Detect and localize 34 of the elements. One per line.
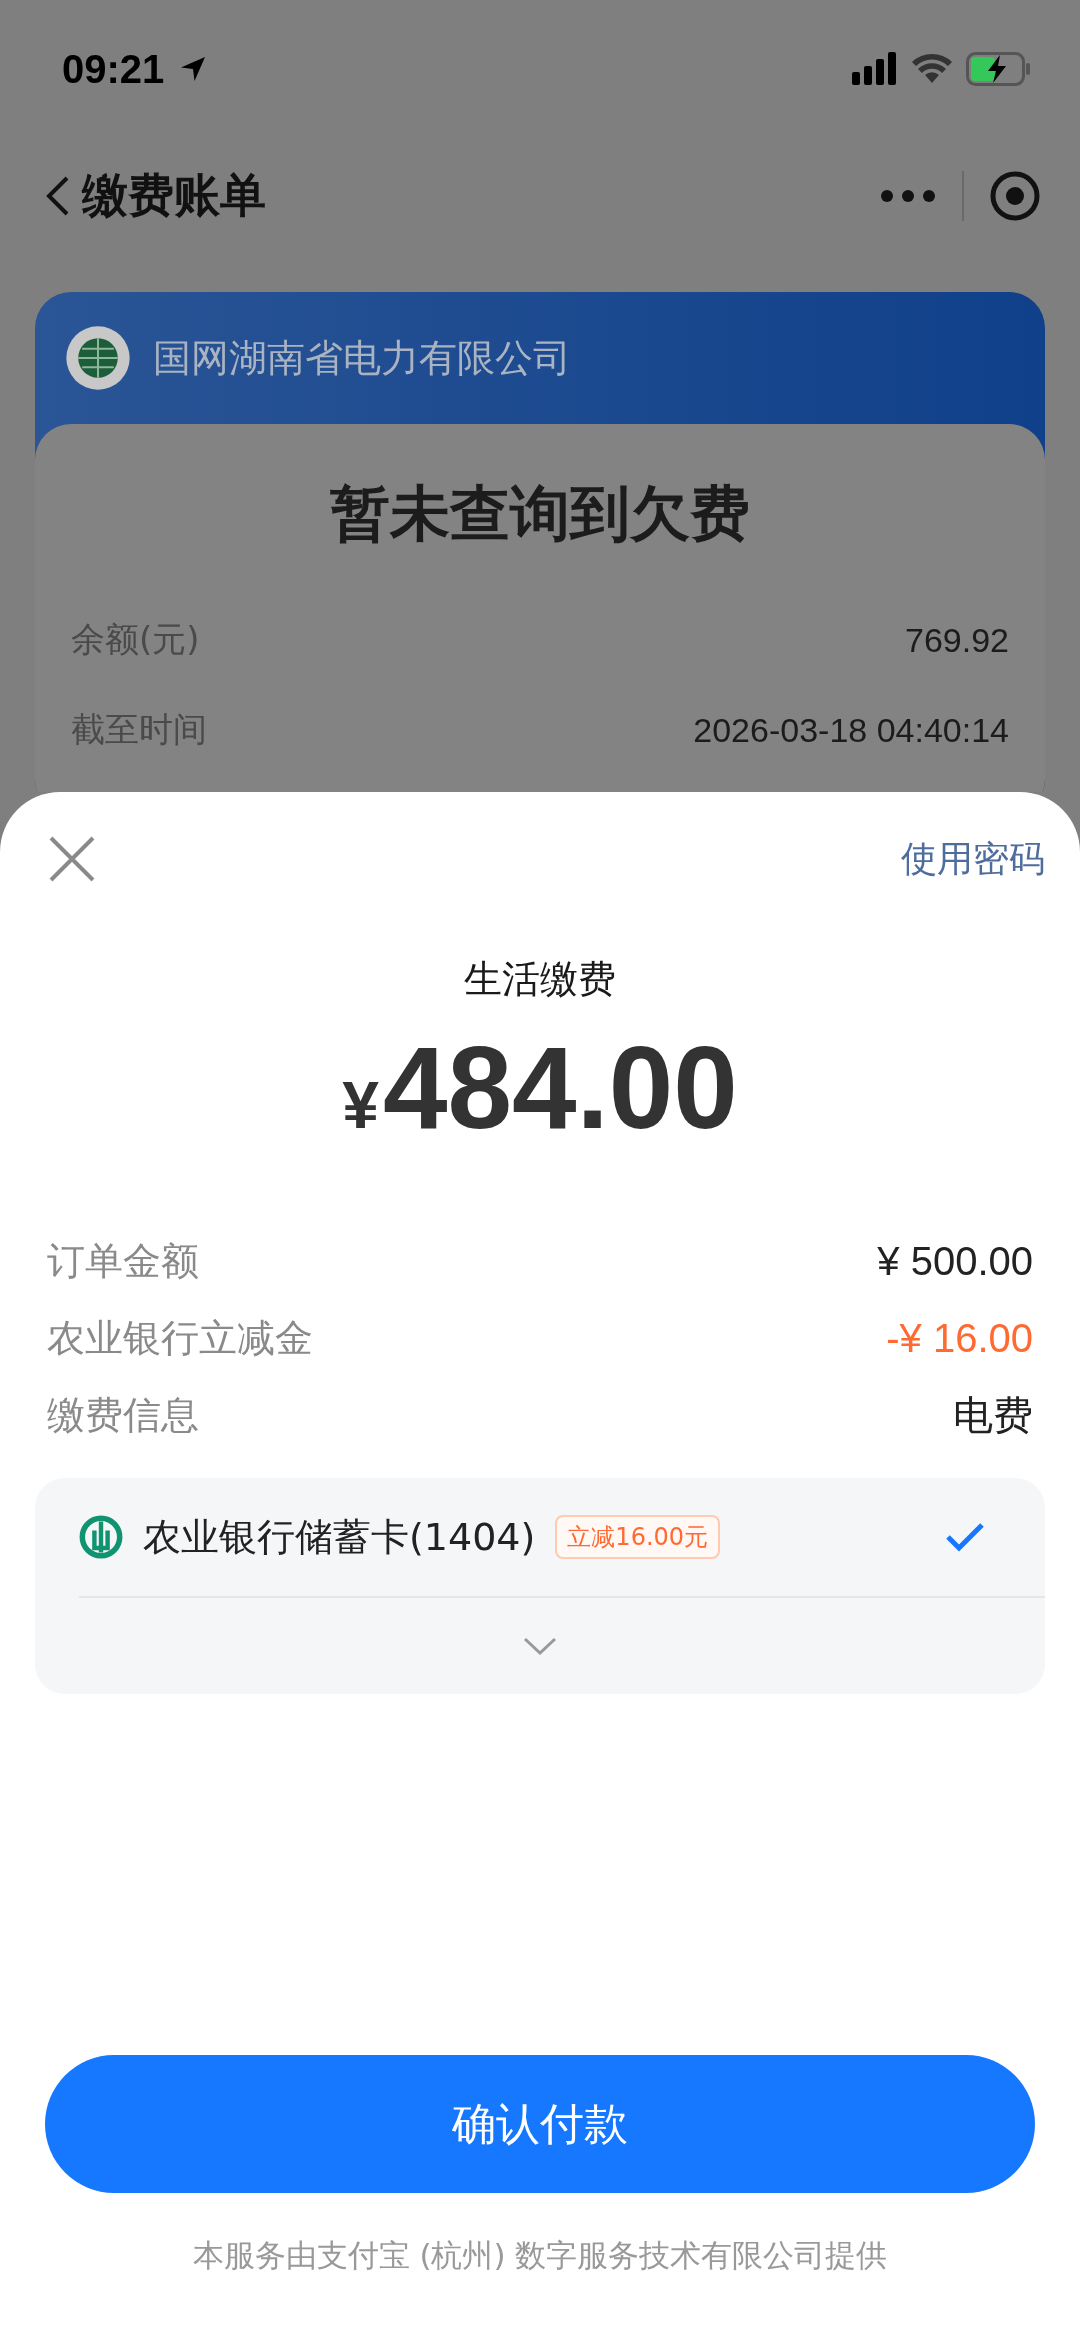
use-password-link[interactable]: 使用密码 (901, 834, 1045, 884)
company-name: 国网湖南省电力有限公司 (153, 334, 571, 382)
payment-method-option[interactable]: 农业银行储蓄卡(1404) 立减16.00元 (35, 1478, 1045, 1596)
payment-title: 生活缴费 (463, 956, 617, 1003)
field-value: 769.92 (905, 620, 1009, 660)
close-icon[interactable] (49, 836, 95, 882)
globe-logo-icon (65, 325, 131, 391)
detail-value: -¥ 16.00 (886, 1316, 1033, 1361)
detail-label: 农业银行立减金 (47, 1315, 313, 1362)
discount-tag: 立减16.00元 (555, 1515, 721, 1559)
detail-label: 订单金额 (47, 1238, 199, 1285)
field-value: 2026-03-18 04:40:14 (693, 710, 1009, 750)
field-label: 截至时间 (71, 708, 207, 751)
back-icon[interactable] (46, 176, 70, 216)
detail-value: ¥ 500.00 (877, 1239, 1033, 1284)
payment-amount: 484.00 (382, 1022, 738, 1155)
detail-label: 缴费信息 (47, 1392, 199, 1439)
more-icon[interactable] (880, 189, 936, 203)
field-label: 余额(元) (71, 618, 200, 661)
wifi-icon (912, 54, 952, 84)
currency-symbol: ¥ (342, 1067, 379, 1143)
confirm-payment-button[interactable]: 确认付款 (45, 2055, 1035, 2193)
signal-icon (852, 52, 898, 86)
service-provider-note: 本服务由支付宝 (杭州) 数字服务技术有限公司提供 (191, 2236, 889, 2275)
card-name: 农业银行储蓄卡(1404) (143, 1513, 536, 1561)
close-mini-program-icon[interactable] (990, 171, 1040, 221)
checkmark-icon (945, 1522, 985, 1552)
bank-logo-icon (79, 1515, 123, 1559)
detail-value: 电费 (953, 1392, 1033, 1439)
page-title: 缴费账单 (82, 167, 266, 224)
bill-status: 暂未查询到欠费 (329, 477, 751, 550)
chevron-down-icon[interactable] (523, 1637, 557, 1655)
battery-charging-icon (966, 52, 1032, 86)
status-time: 09:21 (62, 46, 165, 92)
